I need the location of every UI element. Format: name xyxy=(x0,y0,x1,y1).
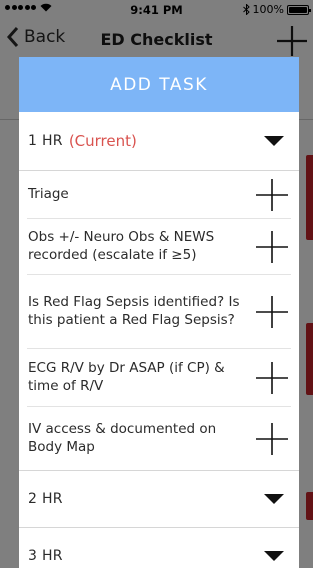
modal-title: ADD TASK xyxy=(110,74,208,95)
add-task-button[interactable] xyxy=(255,422,289,456)
task-label: IV access & documented on Body Map xyxy=(28,420,217,455)
hour-section-2[interactable]: 2 HR xyxy=(19,471,299,528)
task-label: Obs +/- Neuro Obs & NEWS recorded (escal… xyxy=(28,228,215,263)
modal-header: ADD TASK xyxy=(19,57,299,112)
add-task-modal: ADD TASK 1 HR (Current) Triage Obs +/- N… xyxy=(19,57,299,568)
add-task-button[interactable] xyxy=(255,361,289,395)
add-task-button[interactable] xyxy=(255,295,289,329)
task-item: Is Red Flag Sepsis identified? Is this p… xyxy=(27,275,291,349)
task-list: Triage Obs +/- Neuro Obs & NEWS recorded… xyxy=(19,171,299,471)
task-item: Obs +/- Neuro Obs & NEWS recorded (escal… xyxy=(27,219,291,275)
task-item: ECG R/V by Dr ASAP (if CP) & time of R/V xyxy=(27,349,291,407)
task-label: Is Red Flag Sepsis identified? Is this p… xyxy=(28,293,240,328)
hour-label: 2 HR xyxy=(28,491,63,507)
task-label: Triage xyxy=(28,185,69,202)
hour-section-1[interactable]: 1 HR (Current) xyxy=(19,112,299,171)
add-task-button[interactable] xyxy=(255,230,289,264)
task-item: Triage xyxy=(27,171,291,219)
caret-down-icon xyxy=(264,494,284,504)
task-item: IV access & documented on Body Map xyxy=(27,407,291,470)
caret-down-icon xyxy=(264,136,284,146)
current-badge: (Current) xyxy=(68,132,137,150)
caret-down-icon xyxy=(264,551,284,561)
hour-label: 1 HR xyxy=(28,133,63,149)
hour-label: 3 HR xyxy=(28,548,63,564)
add-task-button[interactable] xyxy=(255,178,289,212)
hour-section-3[interactable]: 3 HR xyxy=(19,528,299,568)
task-label: ECG R/V by Dr ASAP (if CP) & time of R/V xyxy=(28,359,225,394)
